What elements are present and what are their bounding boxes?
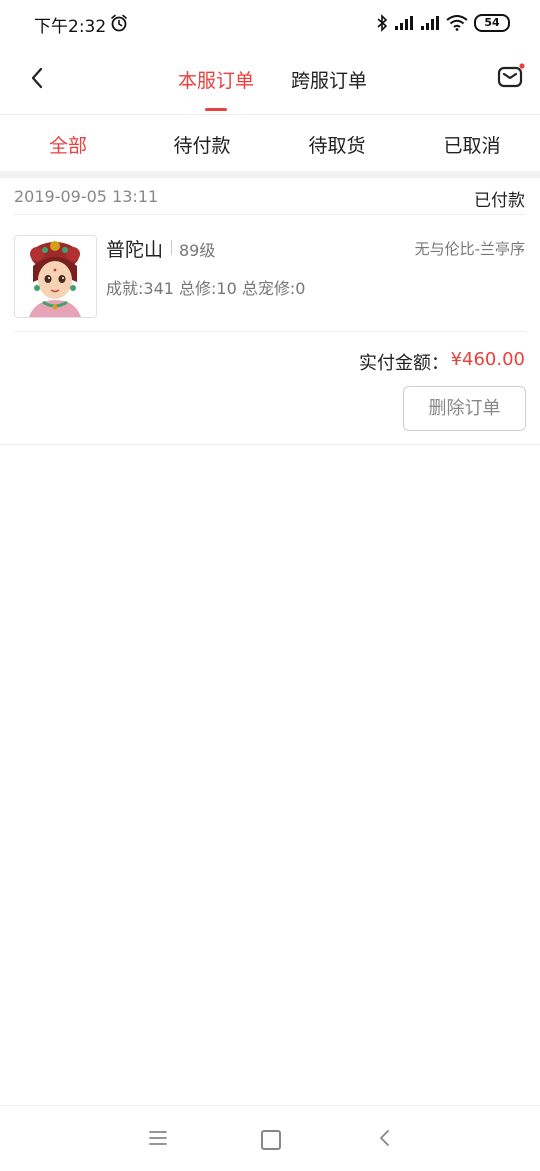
tab-local-orders[interactable]: 本服订单 bbox=[178, 66, 254, 93]
active-tab-indicator bbox=[205, 108, 227, 111]
paid-amount-label: 实付金额： bbox=[359, 353, 449, 374]
wifi-icon bbox=[446, 15, 468, 31]
nav-back-icon[interactable] bbox=[375, 1128, 395, 1148]
filter-pending-pickup[interactable]: 待取货 bbox=[277, 131, 397, 158]
status-icons: 54 bbox=[376, 13, 510, 33]
section-divider bbox=[0, 171, 540, 178]
character-level: 89级 bbox=[179, 241, 216, 260]
filter-pending-payment[interactable]: 待付款 bbox=[142, 131, 262, 158]
back-icon[interactable] bbox=[24, 64, 52, 92]
menu-icon[interactable] bbox=[148, 1130, 168, 1146]
status-filter-bar: 全部 待付款 待取货 已取消 bbox=[0, 115, 540, 171]
server-name: 无与伦比-兰亭序 bbox=[414, 240, 525, 258]
delete-order-button[interactable]: 删除订单 bbox=[403, 386, 526, 431]
filter-all[interactable]: 全部 bbox=[8, 131, 128, 158]
order-date: 2019-09-05 13:11 bbox=[14, 187, 159, 206]
divider bbox=[14, 331, 526, 332]
character-portrait-image bbox=[15, 236, 96, 317]
status-bar: 下午2:32 54 bbox=[0, 0, 540, 48]
bluetooth-icon bbox=[377, 14, 388, 32]
alarm-icon bbox=[111, 14, 127, 32]
character-stats: 成就:341 总修:10 总宠修:0 bbox=[106, 279, 306, 298]
order-status: 已付款 bbox=[474, 191, 525, 211]
signal-icon bbox=[395, 16, 413, 30]
character-school: 普陀山 bbox=[106, 239, 164, 261]
status-time: 下午2:32 bbox=[34, 17, 107, 37]
header: 本服订单 跨服订单 bbox=[0, 48, 540, 115]
separator bbox=[171, 240, 172, 255]
divider bbox=[0, 444, 540, 445]
character-avatar[interactable] bbox=[14, 235, 97, 318]
paid-amount-value: ¥460.00 bbox=[450, 349, 525, 370]
filter-cancelled[interactable]: 已取消 bbox=[412, 131, 532, 158]
tab-cross-server-orders[interactable]: 跨服订单 bbox=[291, 66, 367, 93]
signal-icon bbox=[421, 16, 439, 30]
mail-icon[interactable] bbox=[496, 62, 526, 92]
battery-icon: 54 bbox=[474, 14, 510, 32]
divider bbox=[14, 214, 526, 215]
home-icon[interactable] bbox=[261, 1130, 281, 1150]
system-nav-bar bbox=[0, 1105, 540, 1171]
